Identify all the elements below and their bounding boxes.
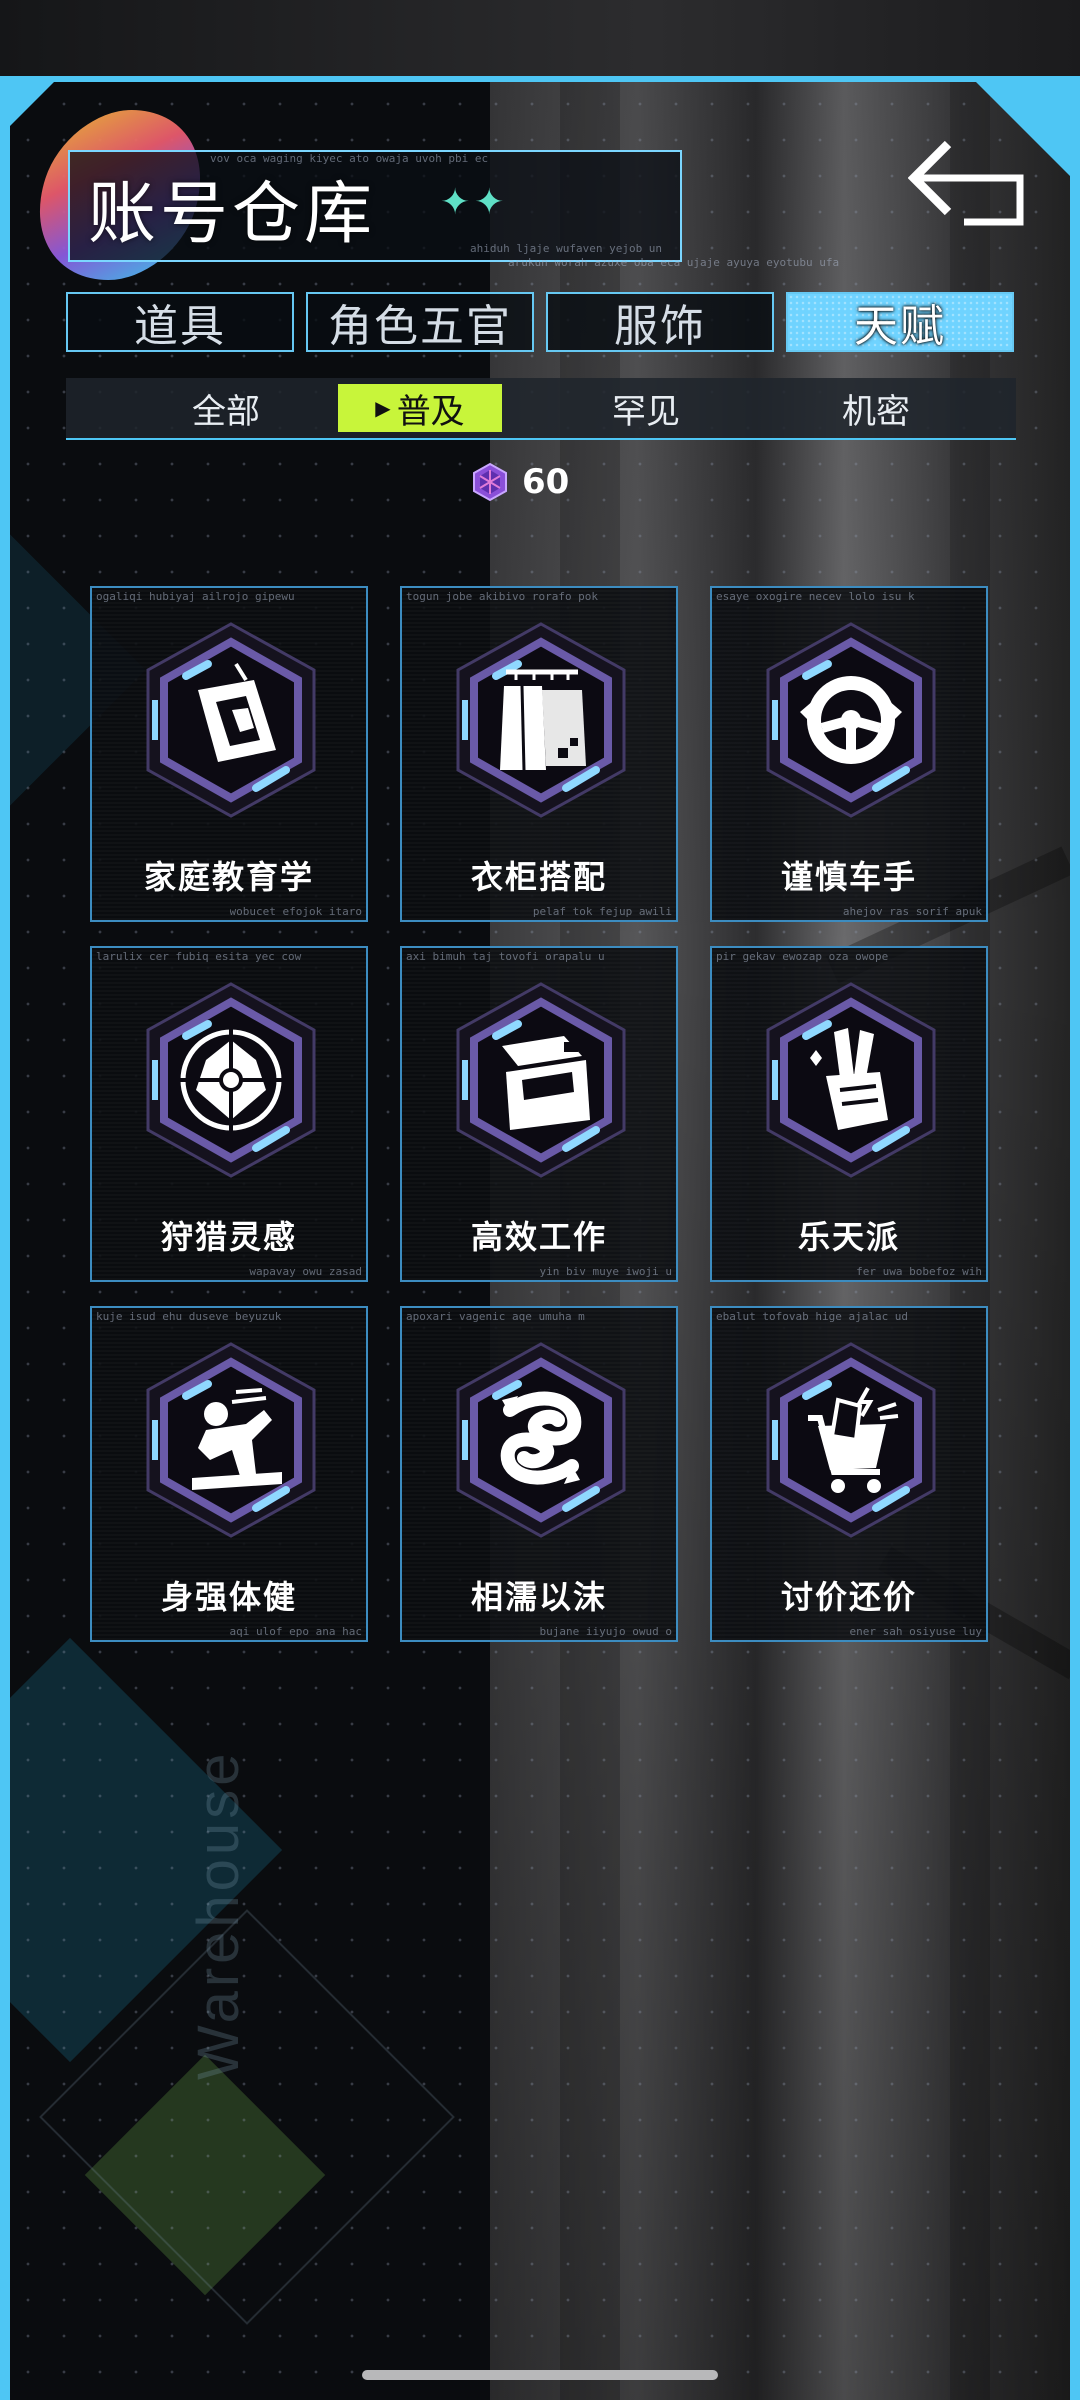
card-name: 家庭教育学 <box>143 858 314 896</box>
card-caption-top: apoxari vagenic aqe umuha m <box>406 1310 585 1323</box>
subtab-common-label: 普及 <box>396 391 465 432</box>
deco-text-2: ahiduh ljaje wufaven yejob un <box>470 242 663 255</box>
main-tabs: 道具 角色五官 服饰 天赋 <box>66 292 1016 356</box>
back-arrow-icon <box>907 140 1024 226</box>
card-caption-top: larulix cer fubiq esita yec cow <box>96 950 302 963</box>
card-name: 身强体健 <box>160 1578 297 1616</box>
card-caption-bottom: aqi ulof epo ana hac <box>229 1625 362 1638</box>
frame-top <box>0 76 1080 82</box>
card-name: 高效工作 <box>470 1218 607 1256</box>
card-name: 衣柜搭配 <box>470 858 607 896</box>
back-button[interactable] <box>907 138 1030 230</box>
talent-card[interactable]: togun jobe akibivo rorafo pok 衣柜搭配 pelaf… <box>400 586 678 922</box>
sub-tabs: 全部 ▶ 普及 罕见 机密 <box>66 378 1016 440</box>
koi-fish-icon <box>456 1342 626 1538</box>
currency-value: 60 <box>522 462 570 502</box>
home-indicator[interactable] <box>362 2370 718 2380</box>
card-caption-bottom: fer uwa bobefoz wih <box>856 1265 982 1278</box>
card-name: 讨价还价 <box>780 1578 917 1616</box>
subtab-rare[interactable]: 罕见 <box>546 378 746 438</box>
subtab-common[interactable]: ▶ 普及 <box>338 384 502 432</box>
card-caption-bottom: ahejov ras sorif apuk <box>842 905 982 918</box>
card-caption-top: ebalut tofovab hige ajalac ud <box>716 1310 909 1323</box>
runner-icon <box>146 1342 316 1538</box>
talent-card[interactable]: ebalut tofovab hige ajalac ud 讨价还价 ener … <box>710 1306 988 1642</box>
card-name: 狩猎灵感 <box>160 1218 297 1256</box>
frame-right <box>1070 76 1080 2400</box>
card-caption-bottom: wapavay owu zasad <box>249 1265 362 1278</box>
card-caption-bottom: pelaf tok fejup awili <box>532 905 672 918</box>
talent-card[interactable]: larulix cer fubiq esita yec cow 狩猎灵感 wap… <box>90 946 368 1282</box>
wardrobe-icon <box>456 622 626 818</box>
card-name: 乐天派 <box>797 1218 900 1256</box>
talent-card[interactable]: kuje isud ehu duseve beyuzuk 身强体健 aqi ul… <box>90 1306 368 1642</box>
talent-card[interactable]: apoxari vagenic aqe umuha m 相濡以沫 bujane … <box>400 1306 678 1642</box>
steering-wheel-icon <box>766 622 936 818</box>
crosshair-wolf-icon <box>146 982 316 1178</box>
card-caption-top: kuje isud ehu duseve beyuzuk <box>96 1310 282 1323</box>
tab-clothing[interactable]: 服饰 <box>546 292 774 352</box>
title-box: 账号仓库 ✦✦ vov oca waging kiyec ato owaja u… <box>68 150 682 262</box>
talent-card[interactable]: esaye oxogire necev lolo isu k 谨慎车手 ahej… <box>710 586 988 922</box>
tab-face[interactable]: 角色五官 <box>306 292 534 352</box>
card-caption-bottom: wobucet efojok itaro <box>229 905 362 918</box>
tab-talent[interactable]: 天赋 <box>786 292 1014 352</box>
page-title-block: 账号仓库 ✦✦ vov oca waging kiyec ato owaja u… <box>12 110 839 280</box>
book-icon <box>146 622 316 818</box>
peace-hand-icon <box>766 982 936 1178</box>
card-caption-bottom: ener sah osiyuse luy <box>849 1625 982 1638</box>
play-marker-icon: ▶ <box>375 396 391 420</box>
currency-display: 60 <box>470 458 569 506</box>
gem-icon <box>473 462 507 502</box>
card-caption-top: ogaliqi hubiyaj ailrojo gipewu <box>96 590 295 603</box>
frame-left <box>0 76 10 2400</box>
subtab-all[interactable]: 全部 <box>126 378 326 438</box>
talent-card[interactable]: ogaliqi hubiyaj ailrojo gipewu 家庭教育学 wob… <box>90 586 368 922</box>
card-caption-top: togun jobe akibivo rorafo pok <box>406 590 599 603</box>
card-caption-bottom: yin biv muye iwoji u <box>539 1265 672 1278</box>
sparkle-icon: ✦✦ <box>440 182 509 223</box>
shopping-cart-icon <box>766 1342 936 1538</box>
talent-card[interactable]: axi bimuh taj tovofi orapalu u 高效工作 yin … <box>400 946 678 1282</box>
subtab-secret[interactable]: 机密 <box>776 378 976 438</box>
page-title: 账号仓库 <box>88 175 377 254</box>
warehouse-watermark: Warehouse <box>186 1749 251 2080</box>
card-caption-top: esaye oxogire necev lolo isu k <box>716 590 915 603</box>
deco-text-3: arukun worah azuxe oba eca ujaje ayuya e… <box>508 256 840 269</box>
tab-items[interactable]: 道具 <box>66 292 294 352</box>
card-caption-top: pir gekav ewozap oza owope <box>716 950 889 963</box>
talent-card[interactable]: pir gekav ewozap oza owope 乐天派 fer uwa b… <box>710 946 988 1282</box>
card-name: 相濡以沫 <box>470 1578 607 1616</box>
workstation-icon <box>456 982 626 1178</box>
card-caption-top: axi bimuh taj tovofi orapalu u <box>406 950 605 963</box>
deco-text-1: vov oca waging kiyec ato owaja uvoh pbi … <box>210 152 489 165</box>
card-name: 谨慎车手 <box>780 858 917 896</box>
top-strip <box>0 0 1080 76</box>
card-caption-bottom: bujane iiyujo owud o <box>539 1625 672 1638</box>
